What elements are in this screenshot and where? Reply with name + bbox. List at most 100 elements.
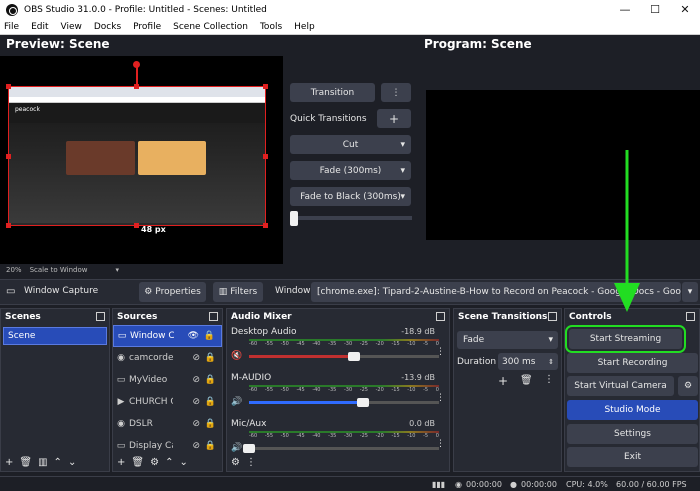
- maximize-button[interactable]: ☐: [640, 3, 670, 16]
- eye-hidden-icon[interactable]: ⊘: [192, 375, 200, 385]
- volume-slider[interactable]: [243, 444, 439, 453]
- move-up-icon[interactable]: ⌃: [54, 457, 62, 468]
- menu-scene-collection[interactable]: Scene Collection: [173, 22, 248, 32]
- mixer-settings-icon[interactable]: ⚙: [231, 457, 240, 468]
- volume-slider[interactable]: [249, 398, 439, 407]
- resize-handle[interactable]: [263, 223, 268, 228]
- remove-scene-icon[interactable]: 🗑: [19, 457, 32, 468]
- volume-handle[interactable]: [347, 352, 360, 361]
- source-properties-icon[interactable]: ⚙: [150, 457, 159, 468]
- virtual-camera-gear-icon[interactable]: ⚙: [678, 376, 698, 396]
- resize-handle[interactable]: [263, 84, 268, 89]
- transition-select[interactable]: Fade ▾: [457, 331, 558, 349]
- resize-handle[interactable]: [6, 154, 11, 159]
- start-recording-button[interactable]: Start Recording: [567, 353, 698, 373]
- menu-file[interactable]: File: [4, 22, 19, 32]
- eye-hidden-icon[interactable]: ⊘: [192, 353, 200, 363]
- track-menu-icon[interactable]: ⋮: [436, 393, 445, 403]
- source-list-item[interactable]: ▭ Window Cap 👁 🔒: [113, 325, 222, 347]
- lock-icon[interactable]: 🔒: [205, 353, 216, 363]
- window-select-chevron-icon[interactable]: ▾: [682, 282, 698, 302]
- meter-scale-label: -25: [359, 387, 368, 393]
- zoom-mode[interactable]: Scale to Window: [30, 266, 88, 274]
- lock-icon[interactable]: 🔒: [204, 331, 215, 341]
- properties-button[interactable]: ⚙ Properties: [139, 282, 206, 302]
- menu-tools[interactable]: Tools: [260, 22, 282, 32]
- track-menu-icon[interactable]: ⋮: [436, 347, 445, 357]
- add-transition-icon[interactable]: +: [498, 374, 508, 388]
- close-button[interactable]: ✕: [670, 3, 700, 16]
- spinner-icon[interactable]: ⇕: [548, 358, 554, 366]
- remove-source-icon[interactable]: 🗑: [131, 457, 144, 468]
- add-scene-icon[interactable]: +: [5, 457, 13, 468]
- menu-profile[interactable]: Profile: [133, 22, 161, 32]
- mixer-more-icon[interactable]: ⋮: [246, 457, 256, 468]
- remove-transition-icon[interactable]: 🗑: [520, 375, 533, 386]
- track-menu-icon[interactable]: ⋮: [436, 439, 445, 449]
- move-down-icon[interactable]: ⌄: [68, 457, 76, 468]
- filters-button[interactable]: ▥ Filters: [213, 282, 263, 302]
- window-title: OBS Studio 31.0.0 - Profile: Untitled - …: [24, 4, 267, 15]
- scene-list-item[interactable]: Scene: [3, 327, 107, 345]
- volume-handle[interactable]: [357, 398, 369, 407]
- lock-icon[interactable]: 🔒: [205, 375, 216, 385]
- transition-tbar-track[interactable]: [290, 216, 412, 220]
- mixer-tracks: Desktop Audio -18.9 dB -60 -55 -50 -45 -40 -3…: [227, 325, 449, 463]
- menu-edit[interactable]: Edit: [31, 22, 48, 32]
- speaker-muted-icon[interactable]: 🔇: [231, 351, 242, 361]
- lock-icon[interactable]: 🔒: [205, 419, 216, 429]
- minimize-button[interactable]: —: [610, 3, 640, 16]
- undock-icon[interactable]: [686, 312, 695, 321]
- quick-transition-cut[interactable]: Cut ▾: [290, 135, 411, 154]
- meter-scale-label: -45: [296, 433, 305, 439]
- undock-icon[interactable]: [548, 312, 557, 321]
- volume-handle[interactable]: [243, 444, 255, 453]
- start-virtual-camera-button[interactable]: Start Virtual Camera: [567, 376, 674, 396]
- volume-fill: [249, 355, 354, 358]
- menu-help[interactable]: Help: [294, 22, 315, 32]
- settings-button[interactable]: Settings: [567, 424, 698, 444]
- resize-handle[interactable]: [6, 84, 11, 89]
- resize-handle[interactable]: [134, 84, 139, 89]
- scene-filters-icon[interactable]: ▥: [38, 457, 47, 468]
- eye-hidden-icon[interactable]: ⊘: [192, 397, 200, 407]
- source-list-item[interactable]: ▶ CHURCH OI ⊘ 🔒: [113, 391, 222, 413]
- quick-transition-fade-to-black[interactable]: Fade to Black (300ms) ▾: [290, 187, 411, 206]
- transition-tbar-handle[interactable]: [290, 211, 298, 226]
- menu-view[interactable]: View: [61, 22, 82, 32]
- source-list-item[interactable]: ◉ camcorder ⊘ 🔒: [113, 347, 222, 369]
- duration-input[interactable]: 300 ms ⇕: [498, 353, 558, 370]
- eye-hidden-icon[interactable]: ⊘: [192, 441, 200, 451]
- source-list-item[interactable]: ▭ MyVideo ⊘ 🔒: [113, 369, 222, 391]
- source-list-item[interactable]: ◉ DSLR ⊘ 🔒: [113, 413, 222, 435]
- lock-icon[interactable]: 🔒: [205, 441, 216, 451]
- window-select[interactable]: [chrome.exe]: Tipard-2-Austine-B-How to …: [311, 282, 681, 302]
- eye-icon[interactable]: 👁: [188, 331, 199, 341]
- volume-slider[interactable]: [249, 352, 439, 361]
- undock-icon[interactable]: [436, 312, 445, 321]
- transition-button[interactable]: Transition: [290, 83, 375, 102]
- eye-hidden-icon[interactable]: ⊘: [192, 419, 200, 429]
- transition-more-icon[interactable]: ⋮: [544, 374, 554, 385]
- menu-docks[interactable]: Docks: [94, 22, 121, 32]
- speaker-icon[interactable]: 🔊: [231, 397, 242, 407]
- start-streaming-button[interactable]: Start Streaming: [565, 325, 686, 353]
- move-down-icon[interactable]: ⌄: [179, 457, 187, 468]
- speaker-icon[interactable]: 🔊: [231, 443, 242, 453]
- resize-handle[interactable]: [263, 154, 268, 159]
- resize-handle[interactable]: [6, 223, 11, 228]
- undock-icon[interactable]: [209, 312, 218, 321]
- exit-button[interactable]: Exit: [567, 447, 698, 467]
- rotation-handle[interactable]: [133, 61, 140, 68]
- zoom-dropdown-icon[interactable]: ▾: [115, 266, 119, 274]
- studio-mode-button[interactable]: Studio Mode: [567, 400, 698, 420]
- quick-transition-fade[interactable]: Fade (300ms) ▾: [290, 161, 411, 180]
- resize-handle[interactable]: [134, 223, 139, 228]
- captured-page-header: peacock: [9, 103, 265, 123]
- undock-icon[interactable]: [96, 312, 105, 321]
- move-up-icon[interactable]: ⌃: [165, 457, 173, 468]
- add-source-icon[interactable]: +: [117, 457, 125, 468]
- transition-more-icon[interactable]: ⋮: [381, 83, 411, 102]
- add-quick-transition-icon[interactable]: +: [377, 109, 411, 128]
- lock-icon[interactable]: 🔒: [205, 397, 216, 407]
